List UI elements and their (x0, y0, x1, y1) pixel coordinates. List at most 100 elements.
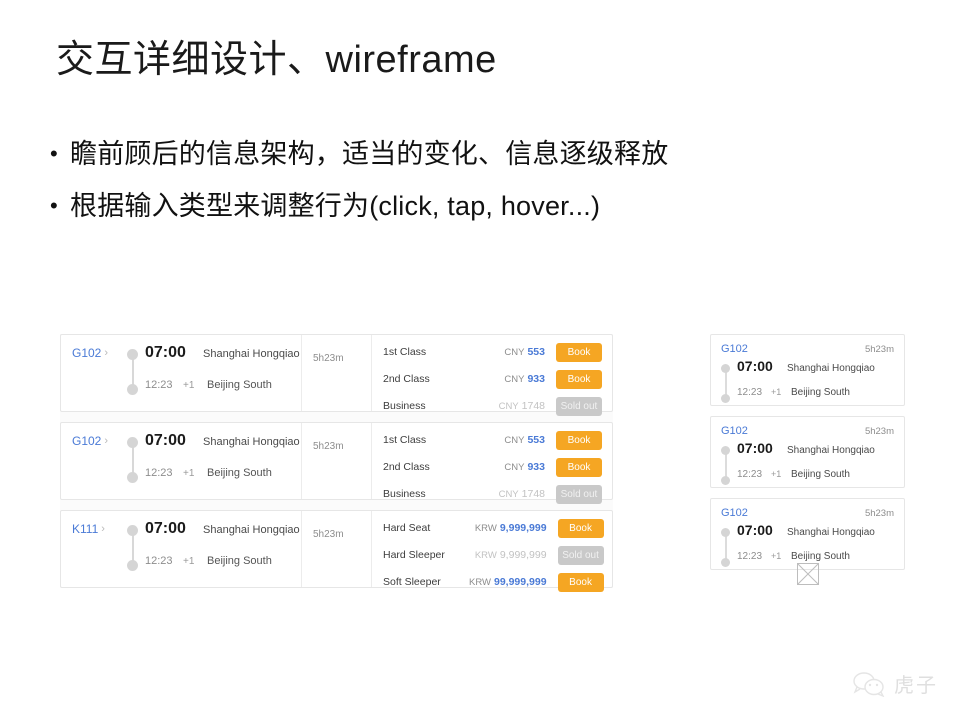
book-button[interactable]: Book (556, 369, 602, 389)
duration-cell: 5h23m (301, 423, 371, 499)
class-price: KRW 9,999,999 (469, 522, 558, 534)
table-row[interactable]: G102 › 07:00 Shanghai Hongqiao 12:23 +1 … (60, 334, 613, 416)
bullet-text: 瞻前顾后的信息架构，适当的变化、信息逐级释放 (70, 139, 669, 169)
card-body: 07:00 Shanghai Hongqiao 12:23 +1 Beijing… (721, 358, 894, 407)
day-offset: +1 (183, 468, 195, 479)
price-amount: 9,999,999 (499, 522, 547, 534)
train-number-link[interactable]: G102 (721, 343, 748, 355)
class-list: Hard Seat KRW 9,999,999 Book Hard Sleeper… (371, 511, 614, 592)
from-station: Shanghai Hongqiao (787, 363, 875, 374)
currency-label: KRW (474, 550, 497, 561)
arrive-time: 12:23 (737, 387, 763, 398)
chevron-right-icon: › (104, 435, 109, 447)
duration-label: 5h23m (313, 353, 344, 364)
chevron-right-icon: › (104, 347, 109, 359)
arrive-time: 12:23 (737, 469, 763, 480)
watermark: 虎子 (852, 669, 938, 698)
list-item[interactable]: G102 5h23m 07:00 Shanghai Hongqiao 12:23… (710, 334, 905, 406)
book-button[interactable]: Book (557, 518, 604, 538)
table-row[interactable]: G102 › 07:00 Shanghai Hongqiao 12:23 +1 … (60, 422, 613, 504)
from-station: Shanghai Hongqiao (787, 445, 875, 456)
class-row: Soft Sleeper KRW 99,999,999 Book (372, 571, 614, 593)
depart-time: 07:00 (737, 440, 773, 456)
train-number-link[interactable]: G102 (72, 433, 101, 449)
sold-out-button: Sold out (557, 545, 604, 565)
to-station: Beijing South (207, 467, 272, 479)
book-button[interactable]: Book (556, 457, 602, 477)
class-list: 1st Class CNY 553 Book 2nd Class CNY 933 B… (371, 335, 612, 416)
currency-label: CNY (504, 374, 525, 385)
to-station: Beijing South (207, 379, 272, 391)
list-item[interactable]: G102 5h23m 07:00 Shanghai Hongqiao 12:23… (710, 498, 905, 570)
class-name: 1st Class (383, 434, 427, 446)
train-number-cell[interactable]: G102 › (61, 335, 121, 411)
class-row: Business CNY 1748 Sold out (372, 483, 612, 505)
arrive-time: 12:23 (145, 379, 173, 391)
arrival-row: 12:23 +1 Beijing South (721, 387, 894, 407)
train-number-link[interactable]: K111 (72, 521, 98, 537)
timeline-icon (721, 446, 730, 485)
class-name: Business (383, 400, 426, 412)
currency-label: CNY (504, 435, 525, 446)
class-row: Business CNY 1748 Sold out (372, 395, 612, 417)
list-item: • 瞻前顾后的信息架构，适当的变化、信息逐级释放 (50, 134, 668, 174)
duration-label: 5h23m (864, 426, 894, 437)
wechat-icon (853, 671, 885, 697)
depart-time: 07:00 (737, 522, 773, 538)
arrival-row: 12:23 +1 Beijing South (121, 379, 301, 401)
bullet-marker: • (50, 141, 58, 166)
schedule-cell: 07:00 Shanghai Hongqiao 12:23 +1 Beijing… (121, 423, 301, 499)
duration-cell: 5h23m (301, 335, 371, 411)
price-amount: 1748 (521, 400, 545, 412)
from-station: Shanghai Hongqiao (203, 348, 300, 360)
class-price: KRW 9,999,999 (469, 549, 558, 561)
card-header: G102 5h23m (721, 343, 894, 355)
class-name: Soft Sleeper (383, 576, 441, 588)
class-name: Business (383, 488, 426, 500)
schedule-cell: 07:00 Shanghai Hongqiao 12:23 +1 Beijing… (121, 335, 301, 411)
train-number-cell[interactable]: K111 › (61, 511, 121, 587)
table-row[interactable]: K111 › 07:00 Shanghai Hongqiao 12:23 +1 … (60, 510, 614, 592)
class-row: 2nd Class CNY 933 Book (372, 368, 612, 390)
class-row: Hard Seat KRW 9,999,999 Book (372, 517, 614, 539)
timeline-icon (721, 528, 730, 567)
arrival-row: 12:23 +1 Beijing South (121, 467, 301, 489)
depart-time: 07:00 (145, 432, 186, 449)
class-name: 1st Class (383, 346, 427, 358)
arrival-row: 12:23 +1 Beijing South (121, 555, 301, 577)
class-price: CNY 1748 (469, 488, 556, 500)
sold-out-button: Sold out (556, 396, 602, 416)
class-price: CNY 553 (469, 346, 556, 358)
departure-row: 07:00 Shanghai Hongqiao (121, 344, 301, 366)
train-number-link[interactable]: G102 (721, 507, 748, 519)
class-row: 1st Class CNY 553 Book (372, 341, 612, 363)
departure-row: 07:00 Shanghai Hongqiao (121, 432, 301, 454)
arrival-row: 12:23 +1 Beijing South (721, 469, 894, 489)
book-button[interactable]: Book (556, 430, 602, 450)
class-name: Hard Seat (383, 522, 431, 534)
card-body: 07:00 Shanghai Hongqiao 12:23 +1 Beijing… (721, 440, 894, 489)
train-number-cell[interactable]: G102 › (61, 423, 121, 499)
list-item[interactable]: G102 5h23m 07:00 Shanghai Hongqiao 12:23… (710, 416, 905, 488)
class-price: CNY 933 (469, 461, 556, 473)
sold-out-button: Sold out (556, 484, 602, 504)
train-number-link[interactable]: G102 (721, 425, 748, 437)
class-row: 1st Class CNY 553 Book (372, 429, 612, 451)
price-amount: 553 (527, 346, 545, 358)
train-number-link[interactable]: G102 (72, 345, 101, 361)
price-amount: 933 (527, 461, 545, 473)
departure-row: 07:00 Shanghai Hongqiao (721, 440, 894, 460)
day-offset: +1 (771, 469, 782, 479)
to-station: Beijing South (791, 469, 850, 480)
class-price: CNY 553 (469, 434, 556, 446)
schedule-cell: 07:00 Shanghai Hongqiao 12:23 +1 Beijing… (121, 511, 301, 587)
price-amount: 9,999,999 (499, 549, 547, 561)
duration-label: 5h23m (313, 441, 344, 452)
timeline-icon (127, 437, 138, 483)
watermark-text: 虎子 (894, 675, 938, 697)
book-button[interactable]: Book (556, 342, 602, 362)
duration-cell: 5h23m (301, 511, 371, 587)
timeline-icon (127, 525, 138, 571)
book-button[interactable]: Book (557, 572, 604, 592)
page-title: 交互详细设计、wireframe (56, 39, 497, 81)
